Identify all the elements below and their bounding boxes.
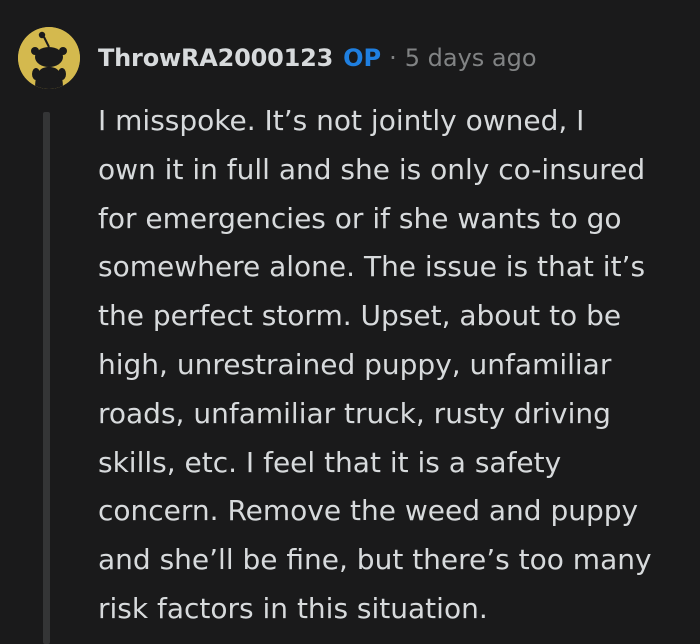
comment-timestamp[interactable]: 5 days ago — [405, 44, 537, 72]
comment-body-line: the perfect storm. Upset, about to be — [98, 299, 622, 333]
comment-body-line: somewhere alone. The issue is that it’s — [98, 250, 646, 284]
comment-body-line: high, unrestrained puppy, unfamiliar — [98, 347, 612, 381]
comment-body: I misspoke. It’s not jointly owned, I ow… — [98, 97, 690, 634]
meta-separator: · — [389, 44, 397, 72]
snoo-avatar-icon — [18, 27, 80, 89]
op-badge: OP — [343, 44, 382, 72]
comment-body-line: concern. Remove the weed and puppy — [98, 494, 639, 528]
comment: ThrowRA2000123 OP · 5 days ago I misspok… — [0, 0, 700, 644]
comment-body-line: for emergencies or if she wants to go — [98, 201, 622, 235]
comment-body-line: skills, etc. I feel that it is a safety — [98, 445, 562, 479]
comment-body-line: and she’ll be fine, but there’s too many — [98, 543, 652, 577]
comment-meta: ThrowRA2000123 OP · 5 days ago — [98, 40, 537, 76]
author-username[interactable]: ThrowRA2000123 — [98, 44, 333, 72]
comment-body-line: roads, unfamiliar truck, rusty driving — [98, 396, 611, 430]
comment-body-line: risk factors in this situation. — [98, 591, 488, 625]
user-avatar[interactable] — [18, 27, 80, 89]
comment-body-line: own it in full and she is only co-insure… — [98, 152, 646, 186]
comment-body-line: I misspoke. It’s not jointly owned, I — [98, 104, 585, 137]
thread-collapse-line[interactable] — [43, 112, 50, 644]
